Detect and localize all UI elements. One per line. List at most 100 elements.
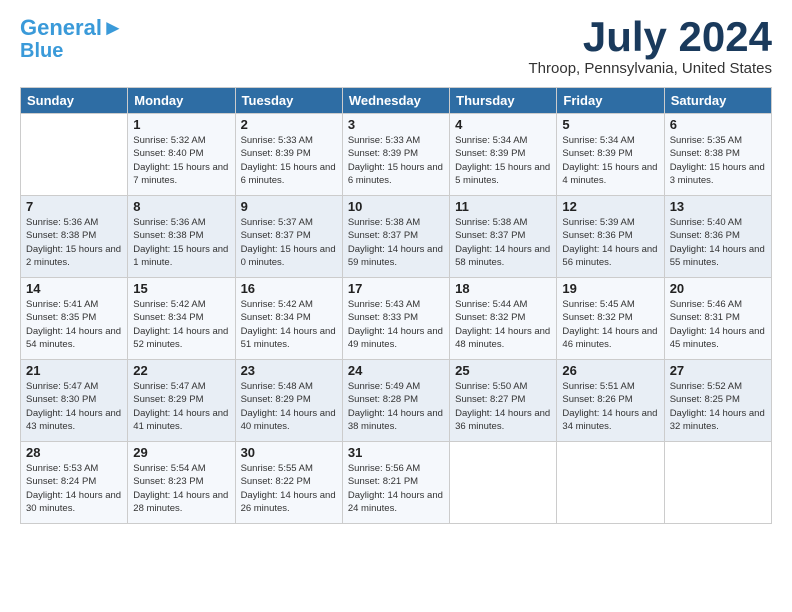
calendar-week-row: 14Sunrise: 5:41 AMSunset: 8:35 PMDayligh… — [21, 278, 772, 360]
calendar-cell: 15 Sunrise: 5:42 AMSunset: 8:34 PMDayligh… — [128, 278, 235, 360]
calendar-cell: 14Sunrise: 5:41 AMSunset: 8:35 PMDayligh… — [21, 278, 128, 360]
header-saturday: Saturday — [664, 88, 771, 114]
calendar-cell — [21, 114, 128, 196]
day-number: 13 — [670, 199, 766, 214]
day-number: 23 — [241, 363, 337, 378]
day-info: Sunrise: 5:33 AMSunset: 8:39 PMDaylight:… — [241, 134, 337, 187]
logo-text: General► — [20, 16, 124, 40]
header-wednesday: Wednesday — [342, 88, 449, 114]
day-number: 31 — [348, 445, 444, 460]
day-info: Sunrise: 5:33 AMSunset: 8:39 PMDaylight:… — [348, 134, 444, 187]
day-info: Sunrise: 5:47 AMSunset: 8:30 PMDaylight:… — [26, 380, 122, 433]
day-number: 9 — [241, 199, 337, 214]
calendar-cell: 9 Sunrise: 5:37 AMSunset: 8:37 PMDaylight… — [235, 196, 342, 278]
day-info: Sunrise: 5:48 AMSunset: 8:29 PMDaylight:… — [241, 380, 337, 433]
calendar-week-row: 7 Sunrise: 5:36 AMSunset: 8:38 PMDaylight… — [21, 196, 772, 278]
header-tuesday: Tuesday — [235, 88, 342, 114]
day-number: 26 — [562, 363, 658, 378]
day-info: Sunrise: 5:55 AMSunset: 8:22 PMDaylight:… — [241, 462, 337, 515]
day-number: 22 — [133, 363, 229, 378]
calendar-table: Sunday Monday Tuesday Wednesday Thursday… — [20, 87, 772, 524]
day-info: Sunrise: 5:49 AMSunset: 8:28 PMDaylight:… — [348, 380, 444, 433]
day-info: Sunrise: 5:56 AMSunset: 8:21 PMDaylight:… — [348, 462, 444, 515]
day-info: Sunrise: 5:46 AMSunset: 8:31 PMDaylight:… — [670, 298, 766, 351]
calendar-cell — [450, 442, 557, 524]
calendar-cell: 3 Sunrise: 5:33 AMSunset: 8:39 PMDaylight… — [342, 114, 449, 196]
day-number: 10 — [348, 199, 444, 214]
calendar-cell: 5Sunrise: 5:34 AMSunset: 8:39 PMDaylight… — [557, 114, 664, 196]
day-info: Sunrise: 5:35 AMSunset: 8:38 PMDaylight:… — [670, 134, 766, 187]
day-number: 4 — [455, 117, 551, 132]
day-info: Sunrise: 5:39 AMSunset: 8:36 PMDaylight:… — [562, 216, 658, 269]
day-number: 11 — [455, 199, 551, 214]
day-info: Sunrise: 5:51 AMSunset: 8:26 PMDaylight:… — [562, 380, 658, 433]
month-title: July 2024 — [529, 16, 772, 58]
day-info: Sunrise: 5:38 AMSunset: 8:37 PMDaylight:… — [348, 216, 444, 269]
day-info: Sunrise: 5:50 AMSunset: 8:27 PMDaylight:… — [455, 380, 551, 433]
calendar-cell — [664, 442, 771, 524]
calendar-cell: 17Sunrise: 5:43 AMSunset: 8:33 PMDayligh… — [342, 278, 449, 360]
calendar-cell: 26 Sunrise: 5:51 AMSunset: 8:26 PMDayligh… — [557, 360, 664, 442]
calendar-cell: 12 Sunrise: 5:39 AMSunset: 8:36 PMDayligh… — [557, 196, 664, 278]
day-number: 7 — [26, 199, 122, 214]
location: Throop, Pennsylvania, United States — [529, 60, 772, 77]
day-info: Sunrise: 5:36 AMSunset: 8:38 PMDaylight:… — [133, 216, 229, 269]
calendar-cell: 11Sunrise: 5:38 AMSunset: 8:37 PMDayligh… — [450, 196, 557, 278]
calendar-cell — [557, 442, 664, 524]
calendar-cell: 22 Sunrise: 5:47 AMSunset: 8:29 PMDayligh… — [128, 360, 235, 442]
day-number: 25 — [455, 363, 551, 378]
title-block: July 2024 Throop, Pennsylvania, United S… — [529, 16, 772, 77]
calendar-cell: 19 Sunrise: 5:45 AMSunset: 8:32 PMDayligh… — [557, 278, 664, 360]
calendar-cell: 18Sunrise: 5:44 AMSunset: 8:32 PMDayligh… — [450, 278, 557, 360]
day-number: 24 — [348, 363, 444, 378]
calendar-week-row: 21Sunrise: 5:47 AMSunset: 8:30 PMDayligh… — [21, 360, 772, 442]
day-info: Sunrise: 5:54 AMSunset: 8:23 PMDaylight:… — [133, 462, 229, 515]
calendar-cell: 31 Sunrise: 5:56 AMSunset: 8:21 PMDayligh… — [342, 442, 449, 524]
calendar-cell: 2 Sunrise: 5:33 AMSunset: 8:39 PMDaylight… — [235, 114, 342, 196]
day-info: Sunrise: 5:36 AMSunset: 8:38 PMDaylight:… — [26, 216, 122, 269]
day-info: Sunrise: 5:41 AMSunset: 8:35 PMDaylight:… — [26, 298, 122, 351]
day-info: Sunrise: 5:52 AMSunset: 8:25 PMDaylight:… — [670, 380, 766, 433]
calendar-cell: 20 Sunrise: 5:46 AMSunset: 8:31 PMDayligh… — [664, 278, 771, 360]
day-number: 27 — [670, 363, 766, 378]
day-info: Sunrise: 5:42 AMSunset: 8:34 PMDaylight:… — [133, 298, 229, 351]
header: General► Blue July 2024 Throop, Pennsylv… — [20, 16, 772, 77]
calendar-cell: 6 Sunrise: 5:35 AMSunset: 8:38 PMDaylight… — [664, 114, 771, 196]
day-number: 16 — [241, 281, 337, 296]
calendar-cell: 29 Sunrise: 5:54 AMSunset: 8:23 PMDayligh… — [128, 442, 235, 524]
day-number: 28 — [26, 445, 122, 460]
day-number: 3 — [348, 117, 444, 132]
calendar-week-row: 1 Sunrise: 5:32 AMSunset: 8:40 PMDaylight… — [21, 114, 772, 196]
day-info: Sunrise: 5:34 AMSunset: 8:39 PMDaylight:… — [455, 134, 551, 187]
day-number: 6 — [670, 117, 766, 132]
calendar-cell: 24 Sunrise: 5:49 AMSunset: 8:28 PMDayligh… — [342, 360, 449, 442]
calendar-cell: 13 Sunrise: 5:40 AMSunset: 8:36 PMDayligh… — [664, 196, 771, 278]
calendar-cell: 21Sunrise: 5:47 AMSunset: 8:30 PMDayligh… — [21, 360, 128, 442]
weekday-header-row: Sunday Monday Tuesday Wednesday Thursday… — [21, 88, 772, 114]
calendar-week-row: 28Sunrise: 5:53 AMSunset: 8:24 PMDayligh… — [21, 442, 772, 524]
header-monday: Monday — [128, 88, 235, 114]
day-number: 15 — [133, 281, 229, 296]
day-info: Sunrise: 5:42 AMSunset: 8:34 PMDaylight:… — [241, 298, 337, 351]
day-number: 29 — [133, 445, 229, 460]
calendar-cell: 23 Sunrise: 5:48 AMSunset: 8:29 PMDayligh… — [235, 360, 342, 442]
day-number: 1 — [133, 117, 229, 132]
day-info: Sunrise: 5:40 AMSunset: 8:36 PMDaylight:… — [670, 216, 766, 269]
day-info: Sunrise: 5:32 AMSunset: 8:40 PMDaylight:… — [133, 134, 229, 187]
logo-text2: Blue — [20, 40, 63, 62]
day-number: 12 — [562, 199, 658, 214]
day-info: Sunrise: 5:37 AMSunset: 8:37 PMDaylight:… — [241, 216, 337, 269]
header-sunday: Sunday — [21, 88, 128, 114]
day-info: Sunrise: 5:47 AMSunset: 8:29 PMDaylight:… — [133, 380, 229, 433]
day-info: Sunrise: 5:34 AMSunset: 8:39 PMDaylight:… — [562, 134, 658, 187]
day-number: 17 — [348, 281, 444, 296]
day-info: Sunrise: 5:45 AMSunset: 8:32 PMDaylight:… — [562, 298, 658, 351]
calendar-cell: 28Sunrise: 5:53 AMSunset: 8:24 PMDayligh… — [21, 442, 128, 524]
calendar-cell: 1 Sunrise: 5:32 AMSunset: 8:40 PMDaylight… — [128, 114, 235, 196]
day-number: 8 — [133, 199, 229, 214]
day-number: 2 — [241, 117, 337, 132]
calendar-cell: 25 Sunrise: 5:50 AMSunset: 8:27 PMDayligh… — [450, 360, 557, 442]
day-info: Sunrise: 5:44 AMSunset: 8:32 PMDaylight:… — [455, 298, 551, 351]
day-number: 19 — [562, 281, 658, 296]
day-number: 20 — [670, 281, 766, 296]
